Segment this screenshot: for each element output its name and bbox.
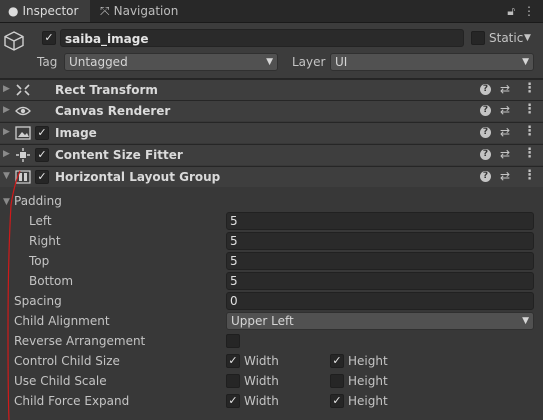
height-label: Height [348,374,388,388]
width-label: Width [244,394,279,408]
active-checkbox[interactable]: ✓ [42,31,56,45]
fold-arrow-expanded-icon[interactable]: ▼ [3,171,10,181]
tab-navigation[interactable]: ⤧ Navigation [92,0,192,22]
component-enabled-checkbox[interactable]: ✓ [35,126,49,140]
spacing-input[interactable]: 0 [226,292,534,310]
tab-bar: ● Inspector ⤧ Navigation 🔓︎ ⋮ [0,0,543,23]
padding-right-input[interactable]: 5 [226,232,534,250]
info-icon: ● [8,4,19,18]
control-child-size-width-checkbox[interactable]: ✓ [226,354,240,368]
use-child-scale-width-checkbox[interactable] [226,374,240,388]
content-size-fitter-icon [16,148,30,162]
component-menu-icon[interactable]: ⋮ [523,124,536,139]
horizontal-layout-icon [15,170,31,184]
component-menu-icon[interactable]: ⋮ [523,81,536,96]
eye-icon [15,106,31,116]
component-enabled-checkbox[interactable]: ✓ [35,170,49,184]
chevron-down-icon: ▼ [522,57,529,67]
preset-icon[interactable]: ⇄ [500,125,510,139]
layer-value: UI [335,55,348,69]
padding-bottom-label: Bottom [29,274,74,288]
chevron-down-icon: ▼ [266,57,273,67]
component-title: Image [55,126,97,140]
width-label: Width [244,354,279,368]
component-title: Horizontal Layout Group [55,170,221,184]
fold-arrow-icon[interactable]: ▶ [3,105,10,115]
tag-dropdown[interactable]: Untagged ▼ [64,53,278,71]
chevron-down-icon: ▼ [522,316,529,326]
preset-icon[interactable]: ⇄ [500,82,510,96]
padding-right-label: Right [29,234,61,248]
help-icon[interactable]: ? [480,171,491,182]
padding-top-input[interactable]: 5 [226,252,534,270]
component-image[interactable]: ▶ ✓ Image ? ⇄ ⋮ [0,122,543,143]
help-icon[interactable]: ? [480,84,491,95]
fold-arrow-icon[interactable]: ▶ [3,127,10,137]
component-title: Rect Transform [55,83,158,97]
help-icon[interactable]: ? [480,105,491,116]
child-force-expand-width-checkbox[interactable]: ✓ [226,394,240,408]
child-alignment-dropdown[interactable]: Upper Left ▼ [226,312,534,330]
help-icon[interactable]: ? [480,127,491,138]
rect-transform-icon [16,84,30,96]
static-label: Static [489,31,524,45]
tab-inspector-label: Inspector [22,4,79,18]
width-label: Width [244,374,279,388]
use-child-scale-height-checkbox[interactable] [330,374,344,388]
navigation-icon: ⤧ [100,4,110,18]
height-label: Height [348,394,388,408]
control-child-size-height-checkbox[interactable]: ✓ [330,354,344,368]
lock-icon[interactable]: 🔓︎ [507,4,515,18]
component-title: Content Size Fitter [55,148,183,162]
component-canvas-renderer[interactable]: ▶ Canvas Renderer ? ⇄ ⋮ [0,100,543,121]
component-horizontal-layout-group[interactable]: ▼ ✓ Horizontal Layout Group ? ⇄ ⋮ [0,166,543,187]
child-alignment-label: Child Alignment [14,314,110,328]
component-title: Canvas Renderer [55,104,171,118]
padding-left-input[interactable]: 5 [226,212,534,230]
child-force-expand-label: Child Force Expand [14,394,130,408]
window-controls: 🔓︎ ⋮ [499,0,535,22]
tag-value: Untagged [69,55,128,69]
static-checkbox[interactable] [471,31,485,45]
padding-bottom-input[interactable]: 5 [226,272,534,290]
tag-label: Tag [37,55,58,69]
reverse-arrangement-label: Reverse Arrangement [14,334,146,348]
component-menu-icon[interactable]: ⋮ [523,168,536,183]
padding-top-label: Top [29,254,50,268]
component-content-size-fitter[interactable]: ▶ ✓ Content Size Fitter ? ⇄ ⋮ [0,144,543,165]
padding-left-label: Left [29,214,52,228]
spacing-label: Spacing [14,294,62,308]
component-rect-transform[interactable]: ▶ Rect Transform ? ⇄ ⋮ [0,79,543,100]
padding-label: Padding [14,194,62,208]
preset-icon[interactable]: ⇄ [500,147,510,161]
component-menu-icon[interactable]: ⋮ [523,102,536,117]
padding-fold-arrow-icon[interactable]: ▼ [3,193,10,211]
fold-arrow-icon[interactable]: ▶ [3,84,10,94]
preset-icon[interactable]: ⇄ [500,169,510,183]
gameobject-cube-icon [4,31,24,51]
use-child-scale-label: Use Child Scale [14,374,107,388]
reverse-arrangement-checkbox[interactable] [226,334,240,348]
tab-navigation-label: Navigation [113,4,179,18]
preset-icon[interactable]: ⇄ [500,103,510,117]
fold-arrow-icon[interactable]: ▶ [3,149,10,159]
child-force-expand-height-checkbox[interactable]: ✓ [330,394,344,408]
image-icon [15,126,31,140]
height-label: Height [348,354,388,368]
control-child-size-label: Control Child Size [14,354,120,368]
component-enabled-checkbox[interactable]: ✓ [35,148,49,162]
kebab-menu-icon[interactable]: ⋮ [523,4,535,18]
child-alignment-value: Upper Left [231,314,294,328]
component-menu-icon[interactable]: ⋮ [523,146,536,161]
object-name-input[interactable]: saiba_image [60,29,464,47]
layer-dropdown[interactable]: UI ▼ [330,53,534,71]
layer-label: Layer [292,55,326,69]
help-icon[interactable]: ? [480,149,491,160]
static-dropdown-arrow-icon[interactable]: ▼ [524,29,531,47]
object-header: ✓ saiba_image Static ▼ Tag Untagged ▼ La… [0,23,543,79]
tab-inspector[interactable]: ● Inspector [0,0,90,22]
